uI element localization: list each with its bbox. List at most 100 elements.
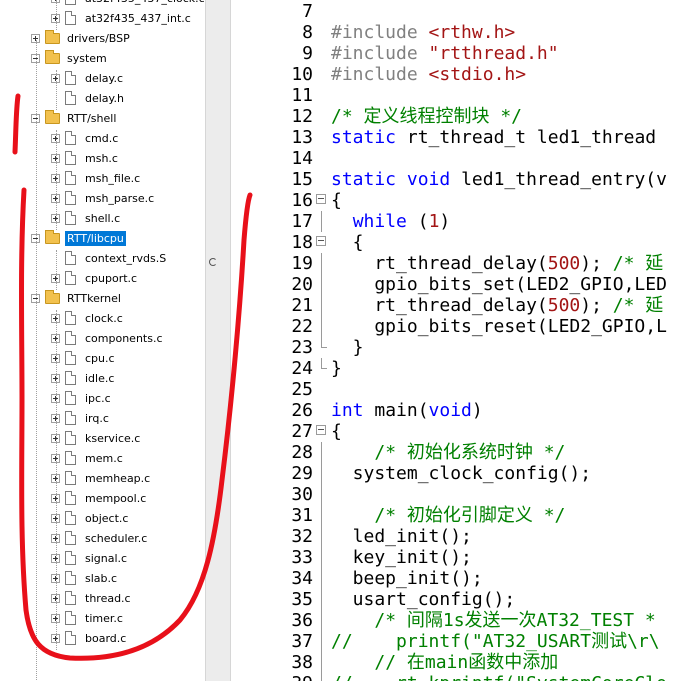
code-line[interactable]: 24}: [231, 358, 700, 379]
code-text: #include <rthw.h>: [331, 22, 515, 43]
file-icon: [65, 91, 76, 105]
tree-item[interactable]: idle.c: [51, 368, 116, 388]
tree-item[interactable]: shell.c: [51, 208, 122, 228]
line-number: 25: [291, 379, 313, 400]
tree-item-label: delay.h: [85, 91, 124, 105]
code-text: /* 定义线程控制块 */: [331, 106, 522, 127]
splitter-grip-icon: [209, 258, 217, 266]
tree-item-label: RTT/libcpu: [65, 230, 126, 246]
tree-item[interactable]: RTTkernel: [31, 288, 123, 308]
tree-item[interactable]: slab.c: [51, 568, 119, 588]
tree-item-label: context_rvds.S: [85, 251, 167, 265]
tree-item[interactable]: cpu.c: [51, 348, 117, 368]
code-line[interactable]: 36 /* 间隔1s发送一次AT32_TEST *: [231, 610, 700, 631]
code-line[interactable]: 16 {: [231, 190, 700, 211]
code-line[interactable]: 12 /* 定义线程控制块 */: [231, 106, 700, 127]
code-line[interactable]: 14: [231, 148, 700, 169]
tree-item[interactable]: object.c: [51, 508, 130, 528]
code-line[interactable]: 9 #include "rtthread.h": [231, 43, 700, 64]
code-line[interactable]: 8 #include <rthw.h>: [231, 22, 700, 43]
code-line[interactable]: 19 rt_thread_delay(500); /* 延: [231, 253, 700, 274]
tree-item[interactable]: clock.c: [51, 308, 125, 328]
tree-item[interactable]: context_rvds.S: [51, 248, 168, 268]
tree-item[interactable]: system: [31, 48, 109, 68]
file-icon: [65, 251, 76, 265]
code-line[interactable]: 26 int main(void): [231, 400, 700, 421]
fold-collapse-icon[interactable]: [316, 194, 326, 204]
file-icon: [65, 211, 76, 225]
code-line[interactable]: 35 usart_config();: [231, 589, 700, 610]
code-token: ): [439, 211, 451, 232]
code-line[interactable]: 18 {: [231, 232, 700, 253]
tree-item-label: at32f435_437_int.c: [85, 11, 191, 25]
code-line[interactable]: 15 static void led1_thread_entry(v: [231, 169, 700, 190]
tree-item[interactable]: components.c: [51, 328, 165, 348]
tree-item[interactable]: ipc.c: [51, 388, 113, 408]
code-text: {: [331, 190, 342, 211]
tree-item[interactable]: signal.c: [51, 548, 129, 568]
file-icon: [65, 271, 76, 285]
tree-item[interactable]: kservice.c: [51, 428, 142, 448]
tree-item[interactable]: mem.c: [51, 448, 125, 468]
tree-item[interactable]: mempool.c: [51, 488, 148, 508]
tree-item[interactable]: memheap.c: [51, 468, 152, 488]
tree-item[interactable]: irq.c: [51, 408, 111, 428]
tree-item[interactable]: drivers/BSP: [31, 28, 132, 48]
code-line[interactable]: 34 beep_init();: [231, 568, 700, 589]
file-icon: [65, 471, 76, 485]
tree-item[interactable]: RTT/shell: [31, 108, 118, 128]
code-line[interactable]: 20 gpio_bits_set(LED2_GPIO,LED: [231, 274, 700, 295]
code-token: ): [471, 400, 483, 421]
code-line[interactable]: 21 rt_thread_delay(500); /* 延: [231, 295, 700, 316]
tree-item[interactable]: scheduler.c: [51, 528, 149, 548]
line-number: 26: [291, 400, 313, 421]
code-text: usart_config();: [331, 589, 516, 610]
folder-icon: [45, 49, 60, 64]
tree-item[interactable]: at32f435_437_clock.c: [51, 0, 205, 8]
code-line[interactable]: 38 // 在main函数中添加: [231, 652, 700, 673]
code-line[interactable]: 23 }: [231, 337, 700, 358]
tree-item[interactable]: msh_parse.c: [51, 188, 156, 208]
code-token: gpio_bits_reset(LED2_GPIO,L: [331, 316, 667, 337]
tree-item[interactable]: msh.c: [51, 148, 120, 168]
tree-item[interactable]: board.c: [51, 628, 128, 648]
line-number: 15: [291, 169, 313, 190]
code-line[interactable]: 31 /* 初始化引脚定义 */: [231, 505, 700, 526]
code-line[interactable]: 13 static rt_thread_t led1_thread: [231, 127, 700, 148]
code-line[interactable]: 22 gpio_bits_reset(LED2_GPIO,L: [231, 316, 700, 337]
tree-item-label: cpuport.c: [85, 271, 138, 285]
tree-item[interactable]: delay.h: [51, 88, 126, 108]
tree-item[interactable]: cpuport.c: [51, 268, 139, 288]
line-number: 32: [291, 526, 313, 547]
line-number: 14: [291, 148, 313, 169]
code-line[interactable]: 7: [231, 1, 700, 22]
code-line[interactable]: 28 /* 初始化系统时钟 */: [231, 442, 700, 463]
fold-collapse-icon[interactable]: [316, 236, 326, 246]
code-line[interactable]: 30: [231, 484, 700, 505]
code-line[interactable]: 33 key_init();: [231, 547, 700, 568]
tree-item[interactable]: RTT/libcpu: [31, 228, 126, 248]
pane-splitter[interactable]: [205, 0, 231, 681]
code-line[interactable]: 39 // rt_kprintf("SystemCoreClo: [231, 673, 700, 681]
code-line[interactable]: 17 while (1): [231, 211, 700, 232]
code-line[interactable]: 10 #include <stdio.h>: [231, 64, 700, 85]
fold-collapse-icon[interactable]: [316, 425, 326, 435]
code-line[interactable]: 29 system_clock_config();: [231, 463, 700, 484]
tree-item[interactable]: msh_file.c: [51, 168, 142, 188]
tree-item[interactable]: timer.c: [51, 608, 125, 628]
code-line[interactable]: 37 // printf("AT32_USART测试\r\: [231, 631, 700, 652]
code-line[interactable]: 25: [231, 379, 700, 400]
code-editor[interactable]: 7 8 #include <rthw.h> 9 #include "rtthread.h…: [231, 0, 700, 681]
tree-item[interactable]: thread.c: [51, 588, 133, 608]
tree-item[interactable]: delay.c: [51, 68, 125, 88]
folder-icon: [45, 29, 60, 44]
folder-icon: [45, 109, 60, 124]
code-line[interactable]: 11: [231, 85, 700, 106]
code-line[interactable]: 27 {: [231, 421, 700, 442]
tree-item[interactable]: cmd.c: [51, 128, 120, 148]
code-token: rt_thread_delay(: [331, 253, 548, 274]
code-token: #include: [331, 22, 429, 43]
code-line[interactable]: 32 led_init();: [231, 526, 700, 547]
tree-item[interactable]: at32f435_437_int.c: [51, 8, 193, 28]
